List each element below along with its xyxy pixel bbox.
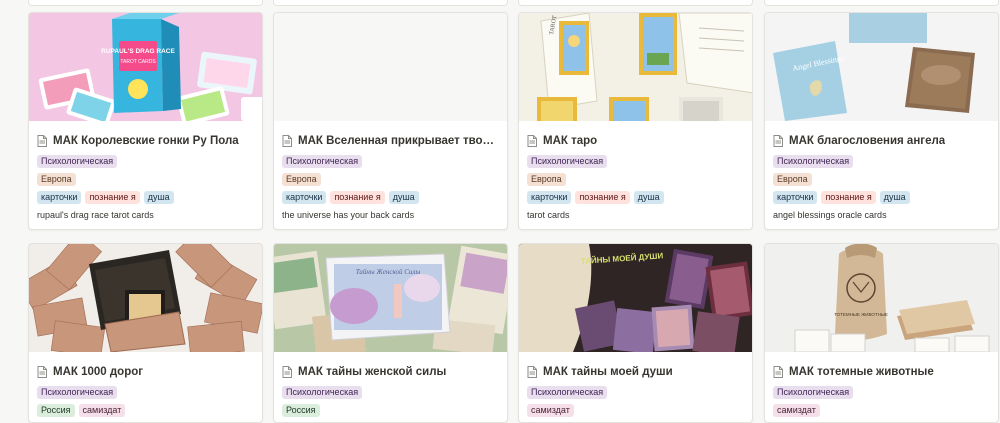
tag: познание я [85,190,140,204]
gallery-grid: RUPAUL'S DRAG RACE TAROT CARDS МАК Корол… [0,0,1000,423]
category-tag: Психологическая [282,385,363,399]
page-icon [282,135,292,147]
card-title: МАК тайны моей души [543,366,673,378]
page-icon [773,366,783,378]
svg-text:TAROT CARDS: TAROT CARDS [120,59,156,65]
tag: карточки [37,190,82,204]
card-title: МАК тотемные животные [789,366,934,378]
page-icon [282,366,292,378]
gallery-card[interactable]: ТОТЕМНЫЕ ЖИВОТНЫЕ МАК тотемные животные … [764,243,999,423]
page-icon [527,135,537,147]
card-title: МАК таро [543,135,598,147]
tag: карточки [282,190,327,204]
region-tag: Европа [527,172,566,186]
tag: душа [879,190,910,204]
category-tag: Психологическая [282,154,363,168]
tag: познание я [821,190,876,204]
card-title: МАК Королевские гонки Ру Пола [53,135,239,147]
category-tag: Психологическая [773,154,854,168]
category-tag: Психологическая [527,154,608,168]
gallery-card[interactable]: Тайны Женской Силы МАК тайны женской сил… [273,243,508,423]
gallery-card[interactable]: TAROT МАК таро Психологическая Европа ка… [518,12,753,230]
gallery-card[interactable]: МАК 1000 дорог Психологическая Россия са… [28,243,263,423]
category-tag: Психологическая [527,385,608,399]
tag: познание я [330,190,385,204]
card-title: МАК Вселенная прикрывает твою спину [298,135,499,147]
card-title: МАК 1000 дорог [53,366,144,378]
page-icon [37,135,47,147]
card-cover-image: ТАЙНЫ МОЕЙ ДУШИ [519,244,752,352]
page-icon [37,366,47,378]
card-cover-image: Angel Blessings [765,13,998,121]
card-cover-image: Тайны Женской Силы [274,244,507,352]
tag: познание я [575,190,630,204]
category-tag: Психологическая [37,154,118,168]
card-subtitle: rupaul's drag race tarot cards [37,210,154,220]
card-cover-image: RUPAUL'S DRAG RACE TAROT CARDS [29,13,262,121]
card-cover-image: TAROT [519,13,752,121]
card-cover-image [29,244,262,352]
category-tag: Психологическая [37,385,118,399]
region-tag: Европа [773,172,812,186]
card-cover-image: ТОТЕМНЫЕ ЖИВОТНЫЕ [765,244,998,352]
tag: душа [143,190,174,204]
tag: карточки [773,190,818,204]
region-tag: Европа [282,172,321,186]
category-tag: Психологическая [773,385,854,399]
gallery-card[interactable]: RUPAUL'S DRAG RACE TAROT CARDS МАК Корол… [28,12,263,230]
tag: карточки [527,190,572,204]
cover-text: Тайны Женской Силы [356,268,421,276]
card-cover-empty [274,13,507,121]
page-icon [527,366,537,378]
tag: душа [388,190,419,204]
card-subtitle: angel blessings oracle cards [773,210,887,220]
card-subtitle: tarot cards [527,210,570,220]
gallery-card[interactable]: Angel Blessings МАК благословения ангела… [764,12,999,230]
cover-text: ТОТЕМНЫЕ ЖИВОТНЫЕ [834,312,888,317]
region-tag: Европа [37,172,76,186]
gallery-card[interactable]: ТАЙНЫ МОЕЙ ДУШИ МАК тайны моей души Псих… [518,243,753,423]
card-title: МАК благословения ангела [789,135,946,147]
gallery-card[interactable]: МАК Вселенная прикрывает твою спину Псих… [273,12,508,230]
card-title: МАК тайны женской силы [298,366,447,378]
page-icon [773,135,783,147]
tag: душа [633,190,664,204]
card-subtitle: the universe has your back cards [282,210,415,220]
cover-text: RUPAUL'S DRAG RACE [101,48,175,55]
